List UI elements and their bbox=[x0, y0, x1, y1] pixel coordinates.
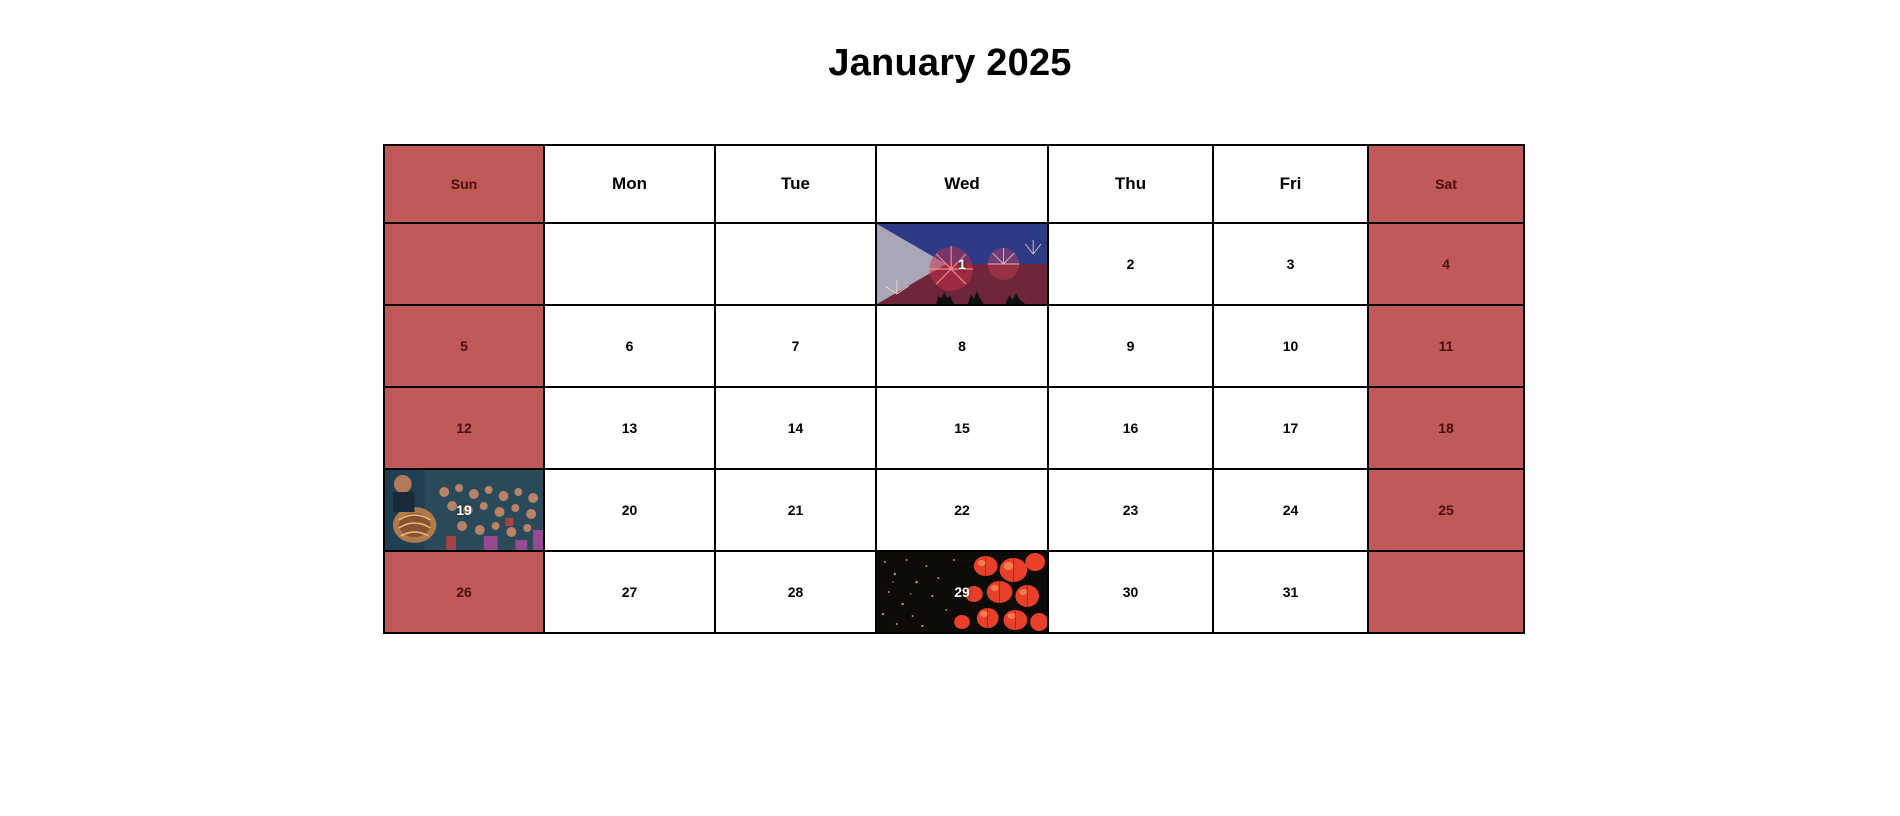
day-number: 26 bbox=[456, 584, 472, 600]
day-cell-9[interactable]: 9 bbox=[1047, 304, 1214, 388]
day-number: 7 bbox=[791, 338, 800, 354]
day-number: 12 bbox=[456, 420, 472, 436]
day-cell-empty bbox=[1367, 550, 1525, 634]
page-title: January 2025 bbox=[828, 42, 1072, 84]
day-number: 10 bbox=[1282, 338, 1299, 354]
day-cell-6[interactable]: 6 bbox=[543, 304, 716, 388]
day-number: 31 bbox=[1282, 584, 1299, 600]
weekday-header-mon: Mon bbox=[543, 144, 716, 224]
day-number: 11 bbox=[1438, 338, 1454, 354]
weekday-header-row: Sun Mon Tue Wed Thu Fri Sat bbox=[383, 144, 1525, 224]
day-number: 23 bbox=[1122, 502, 1139, 518]
day-cell-20[interactable]: 20 bbox=[543, 468, 716, 552]
day-number: 2 bbox=[1126, 256, 1135, 272]
day-cell-23[interactable]: 23 bbox=[1047, 468, 1214, 552]
day-cell-30[interactable]: 30 bbox=[1047, 550, 1214, 634]
day-cell-empty bbox=[383, 222, 545, 306]
day-number: 1 bbox=[958, 256, 966, 272]
weekday-header-fri: Fri bbox=[1212, 144, 1369, 224]
calendar-week-row: 12 13 14 15 16 17 18 bbox=[383, 386, 1525, 470]
day-cell-15[interactable]: 15 bbox=[875, 386, 1049, 470]
calendar-grid: Sun Mon Tue Wed Thu Fri Sat 1 2 3 4 5 6 … bbox=[383, 144, 1525, 634]
day-number: 6 bbox=[625, 338, 634, 354]
day-number: 27 bbox=[621, 584, 638, 600]
day-number: 29 bbox=[954, 584, 970, 600]
day-number: 24 bbox=[1282, 502, 1299, 518]
day-cell-7[interactable]: 7 bbox=[714, 304, 877, 388]
day-cell-empty bbox=[543, 222, 716, 306]
calendar-week-row: 19 20 21 22 23 24 25 bbox=[383, 468, 1525, 552]
day-number: 21 bbox=[787, 502, 804, 518]
day-cell-13[interactable]: 13 bbox=[543, 386, 716, 470]
day-cell-28[interactable]: 28 bbox=[714, 550, 877, 634]
day-number: 22 bbox=[954, 502, 970, 518]
day-number: 18 bbox=[1438, 420, 1454, 436]
day-number: 8 bbox=[958, 338, 966, 354]
day-cell-8[interactable]: 8 bbox=[875, 304, 1049, 388]
day-cell-22[interactable]: 22 bbox=[875, 468, 1049, 552]
day-cell-14[interactable]: 14 bbox=[714, 386, 877, 470]
weekday-header-thu: Thu bbox=[1047, 144, 1214, 224]
day-cell-29[interactable]: 29 bbox=[875, 550, 1049, 634]
day-cell-25[interactable]: 25 bbox=[1367, 468, 1525, 552]
day-cell-3[interactable]: 3 bbox=[1212, 222, 1369, 306]
day-number: 30 bbox=[1122, 584, 1139, 600]
calendar-week-row: 1 2 3 4 bbox=[383, 222, 1525, 306]
day-cell-24[interactable]: 24 bbox=[1212, 468, 1369, 552]
day-cell-27[interactable]: 27 bbox=[543, 550, 716, 634]
day-cell-17[interactable]: 17 bbox=[1212, 386, 1369, 470]
day-number: 28 bbox=[787, 584, 804, 600]
day-cell-16[interactable]: 16 bbox=[1047, 386, 1214, 470]
calendar-week-row: 26 27 28 29 30 31 bbox=[383, 550, 1525, 634]
day-cell-12[interactable]: 12 bbox=[383, 386, 545, 470]
weekday-header-tue: Tue bbox=[714, 144, 877, 224]
day-number: 16 bbox=[1122, 420, 1139, 436]
calendar-week-row: 5 6 7 8 9 10 11 bbox=[383, 304, 1525, 388]
day-number: 3 bbox=[1286, 256, 1295, 272]
day-number: 19 bbox=[456, 502, 472, 518]
day-cell-26[interactable]: 26 bbox=[383, 550, 545, 634]
day-cell-empty bbox=[714, 222, 877, 306]
day-number: 15 bbox=[954, 420, 970, 436]
day-cell-10[interactable]: 10 bbox=[1212, 304, 1369, 388]
day-number: 5 bbox=[460, 338, 468, 354]
day-number: 9 bbox=[1126, 338, 1135, 354]
weekday-header-wed: Wed bbox=[875, 144, 1049, 224]
day-number: 13 bbox=[621, 420, 638, 436]
day-number: 4 bbox=[1442, 256, 1450, 272]
weekday-header-sat: Sat bbox=[1367, 144, 1525, 224]
day-cell-1[interactable]: 1 bbox=[875, 222, 1049, 306]
day-cell-31[interactable]: 31 bbox=[1212, 550, 1369, 634]
day-cell-18[interactable]: 18 bbox=[1367, 386, 1525, 470]
day-cell-19[interactable]: 19 bbox=[383, 468, 545, 552]
day-cell-5[interactable]: 5 bbox=[383, 304, 545, 388]
day-number: 17 bbox=[1282, 420, 1299, 436]
day-cell-21[interactable]: 21 bbox=[714, 468, 877, 552]
day-cell-4[interactable]: 4 bbox=[1367, 222, 1525, 306]
day-number: 20 bbox=[621, 502, 638, 518]
day-cell-11[interactable]: 11 bbox=[1367, 304, 1525, 388]
day-number: 25 bbox=[1438, 502, 1454, 518]
day-number: 14 bbox=[787, 420, 804, 436]
weekday-header-sun: Sun bbox=[383, 144, 545, 224]
day-cell-2[interactable]: 2 bbox=[1047, 222, 1214, 306]
